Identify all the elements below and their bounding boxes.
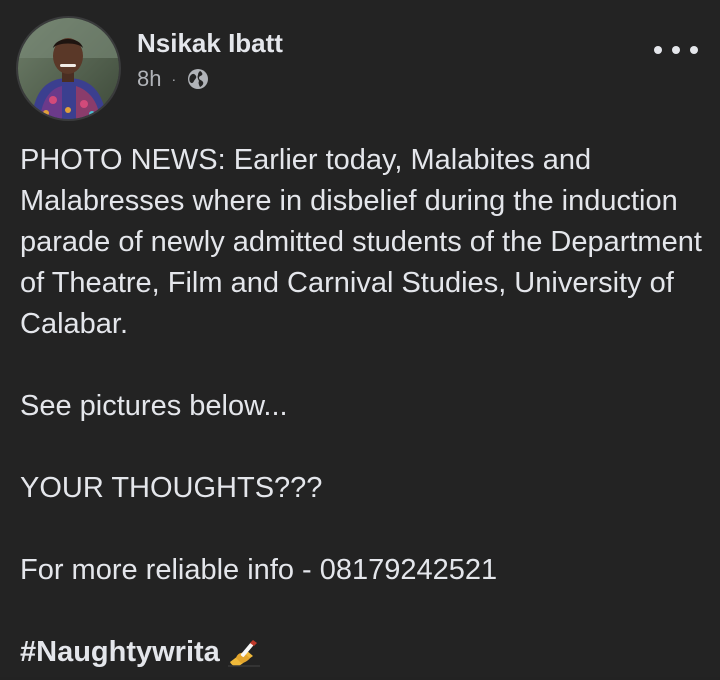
writing-hand-emoji: [226, 638, 262, 668]
more-options-icon[interactable]: [654, 38, 698, 62]
globe-icon[interactable]: [186, 67, 210, 91]
hashtag-link[interactable]: #Naughtywrita: [20, 636, 220, 668]
post-paragraph: PHOTO NEWS: Earlier today, Malabites and…: [20, 144, 702, 340]
post-timestamp[interactable]: 8h: [137, 66, 161, 92]
post-paragraph: For more reliable info - 08179242521: [20, 554, 498, 586]
hashtag-line: #Naughtywrita: [20, 632, 710, 673]
post-card: Nsikak Ibatt 8h · PHOTO NEWS: Earlier to…: [0, 0, 720, 677]
more-dot: [690, 46, 698, 54]
post-text: PHOTO NEWS: Earlier today, Malabites and…: [20, 140, 710, 673]
author-name[interactable]: Nsikak Ibatt: [137, 28, 283, 59]
post-meta: 8h ·: [137, 65, 210, 93]
avatar-photo: [18, 18, 119, 119]
post-paragraph: YOUR THOUGHTS???: [20, 472, 323, 504]
more-dot: [654, 46, 662, 54]
post-paragraph: See pictures below...: [20, 390, 288, 422]
more-dot: [672, 46, 680, 54]
author-avatar[interactable]: [16, 16, 121, 121]
meta-separator: ·: [171, 71, 177, 87]
